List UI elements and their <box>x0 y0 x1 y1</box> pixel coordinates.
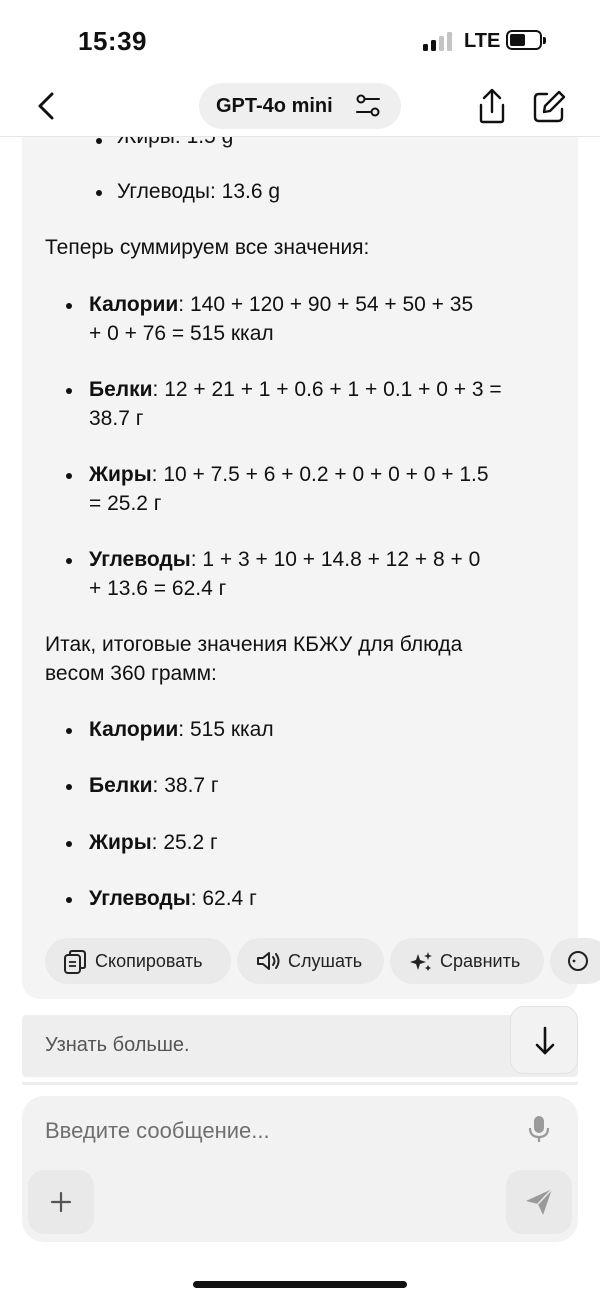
bullet <box>66 388 72 394</box>
sparkle-icon <box>410 952 432 971</box>
list-item-continuation: + 13.6 = 62.4 г <box>89 577 227 600</box>
share-button[interactable] <box>472 86 512 128</box>
message-input[interactable]: Введите сообщение... <box>45 1118 495 1144</box>
list-item-continuation: + 0 + 76 = 515 ккал <box>89 322 274 345</box>
new-chat-button[interactable] <box>528 86 570 128</box>
partial-text-line: Жиры: 1.5 g <box>117 137 233 152</box>
list-item: Углеводы: 62.4 г <box>89 887 257 910</box>
bullet <box>66 303 72 309</box>
bullet <box>66 897 72 903</box>
copy-label: Скопировать <box>95 951 203 971</box>
model-selector[interactable]: GPT-4o mini <box>199 83 401 129</box>
listen-label: Слушать <box>288 951 363 971</box>
list-item: Углеводы: 1 + 3 + 10 + 14.8 + 12 + 8 + 0 <box>89 548 481 571</box>
chat-area[interactable]: Жиры: 1.5 g Углеводы: 13.6 g Теперь сумм… <box>0 137 600 1085</box>
bullet <box>66 473 72 479</box>
arrow-down-icon <box>535 1026 555 1055</box>
signal-strength-icon <box>423 31 459 51</box>
copy-button[interactable]: Скопировать <box>45 938 231 984</box>
copy-icon <box>64 950 86 974</box>
bullet <box>66 728 72 734</box>
list-item: Жиры: 10 + 7.5 + 6 + 0.2 + 0 + 0 + 0 + 1… <box>89 463 489 486</box>
message-actions: Скопировать Слушать Сравнить <box>45 938 600 984</box>
sum-intro: Теперь суммируем все значения: <box>45 236 370 259</box>
mic-icon[interactable] <box>526 1114 552 1144</box>
send-icon <box>526 1188 553 1215</box>
list-item: Калории: 515 ккал <box>89 718 274 741</box>
network-type: LTE <box>464 30 501 52</box>
compare-button[interactable]: Сравнить <box>390 938 544 984</box>
list-item-continuation: = 25.2 г <box>89 492 162 515</box>
listen-button[interactable]: Слушать <box>237 938 384 984</box>
battery-icon <box>506 30 546 50</box>
sliders-icon <box>356 94 380 117</box>
model-name: GPT-4o mini <box>216 95 333 117</box>
home-indicator <box>193 1281 407 1288</box>
list-item: Белки: 38.7 г <box>89 774 219 797</box>
bullet <box>96 190 102 196</box>
list-item: Калории: 140 + 120 + 90 + 54 + 50 + 35 <box>89 293 474 316</box>
bullet <box>66 841 72 847</box>
suggestion-chip[interactable]: Узнать больше. <box>22 1015 578 1077</box>
chevron-left-icon <box>38 92 54 120</box>
send-button[interactable] <box>506 1170 572 1234</box>
final-intro: Итак, итоговые значения КБЖУ для блюда <box>45 633 463 656</box>
list-item: Белки: 12 + 21 + 1 + 0.6 + 1 + 0.1 + 0 +… <box>89 378 502 401</box>
final-intro: весом 360 грамм: <box>45 662 217 685</box>
list-item: Углеводы: 13.6 g <box>117 180 281 203</box>
scroll-down-button[interactable] <box>510 1006 578 1074</box>
divider <box>22 1082 578 1085</box>
share-icon <box>479 88 505 124</box>
composer: Введите сообщение... <box>22 1096 578 1242</box>
status-time: 15:39 <box>78 26 147 56</box>
speaker-icon <box>257 952 280 970</box>
edit-icon <box>533 90 566 123</box>
status-bar: 15:39 LTE <box>0 0 600 80</box>
attach-button[interactable] <box>28 1170 94 1234</box>
list-item-continuation: 38.7 г <box>89 407 144 430</box>
bullet <box>66 558 72 564</box>
plus-icon <box>50 1191 72 1213</box>
list-item: Жиры: 25.2 г <box>89 831 218 854</box>
back-button[interactable] <box>28 86 68 126</box>
bullet <box>96 138 102 144</box>
suggestion-text: Узнать больше. <box>45 1034 190 1056</box>
nav-bar: GPT-4o mini <box>0 80 600 137</box>
compare-label: Сравнить <box>440 951 521 971</box>
bullet <box>66 784 72 790</box>
more-action-button[interactable] <box>550 938 600 984</box>
more-icon <box>568 951 588 971</box>
